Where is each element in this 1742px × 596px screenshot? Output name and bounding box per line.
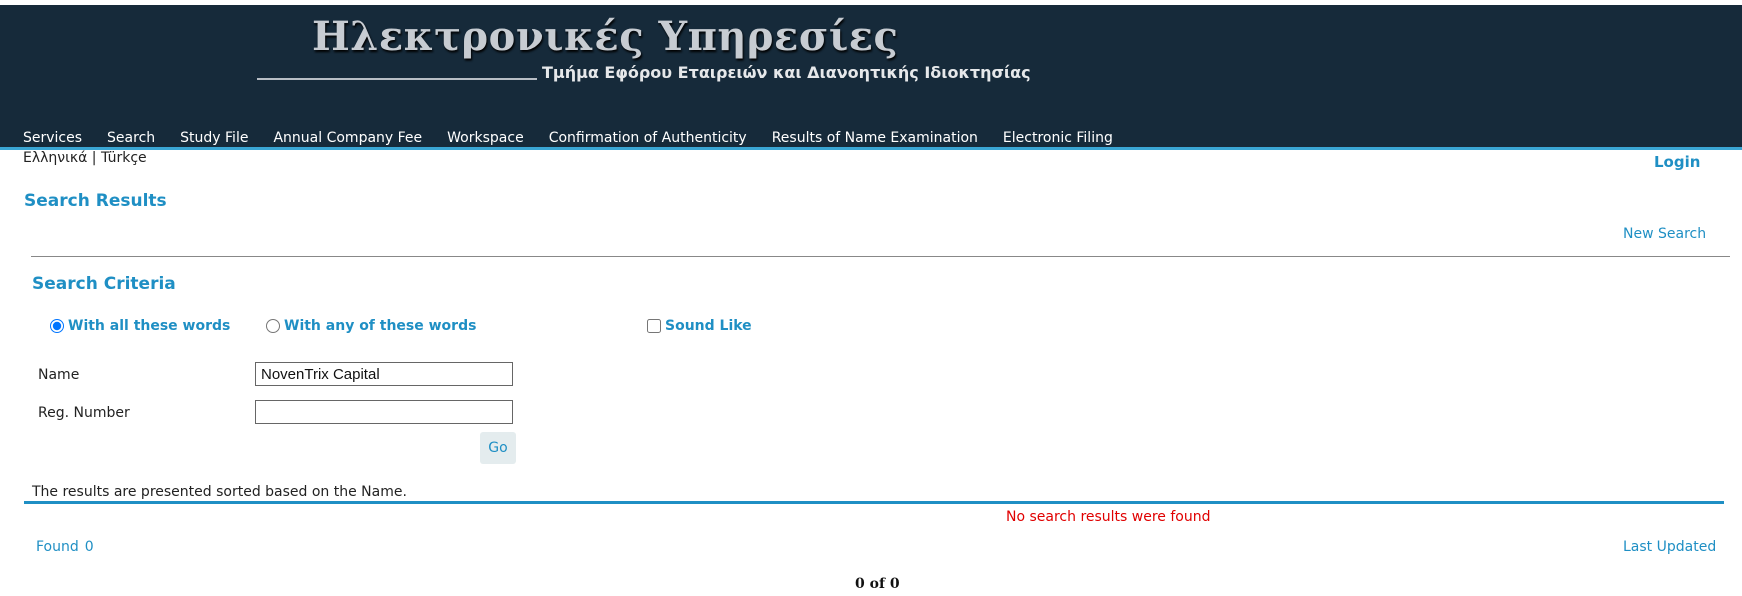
results-divider <box>24 501 1724 504</box>
go-button[interactable]: Go <box>480 432 516 464</box>
found-value: 0 <box>84 539 94 555</box>
nav-services[interactable]: Services <box>23 130 82 146</box>
name-input[interactable] <box>255 362 513 386</box>
any-words-option[interactable]: With any of these words <box>266 318 476 334</box>
nav-search[interactable]: Search <box>107 130 155 146</box>
found-label: Found <box>36 539 79 555</box>
site-subtitle: Τμήμα Εφόρου Εταιρειών και Διανοητικής Ι… <box>542 63 1031 82</box>
nav-study-file[interactable]: Study File <box>180 130 248 146</box>
new-search-link[interactable]: New Search <box>1623 226 1706 242</box>
all-words-option[interactable]: With all these words <box>50 318 230 334</box>
lang-separator: | <box>91 150 97 166</box>
site-header: Ηλεκτρονικές Υπηρεσίες Τμήμα Εφόρου Εται… <box>0 5 1742 150</box>
sound-like-label: Sound Like <box>665 318 752 334</box>
login-link[interactable]: Login <box>1654 153 1700 171</box>
language-switcher: Ελληνικά | Türkçe <box>23 150 147 166</box>
nav-results-of-name-examination[interactable]: Results of Name Examination <box>772 130 978 146</box>
lang-greek-link[interactable]: Ελληνικά <box>23 150 87 166</box>
reg-number-label: Reg. Number <box>38 405 130 421</box>
nav-annual-company-fee[interactable]: Annual Company Fee <box>273 130 422 146</box>
any-words-radio[interactable] <box>266 319 280 333</box>
name-label: Name <box>38 367 80 383</box>
divider <box>31 256 1730 257</box>
last-updated-sort-link[interactable]: Last Updated <box>1623 539 1716 555</box>
any-words-label: With any of these words <box>284 318 477 334</box>
nav-confirmation-of-authenticity[interactable]: Confirmation of Authenticity <box>549 130 747 146</box>
found-count: Found 0 <box>36 539 100 555</box>
search-results-heading: Search Results <box>24 191 167 211</box>
all-words-radio[interactable] <box>50 319 64 333</box>
no-results-message: No search results were found <box>1006 509 1211 525</box>
nav-electronic-filing[interactable]: Electronic Filing <box>1003 130 1113 146</box>
sorted-note: The results are presented sorted based o… <box>32 484 407 500</box>
sound-like-checkbox[interactable] <box>647 319 661 333</box>
main-nav: Services Search Study File Annual Compan… <box>23 130 1138 146</box>
reg-number-input[interactable] <box>255 400 513 424</box>
site-title: Ηλεκτρονικές Υπηρεσίες <box>312 13 899 60</box>
search-criteria-heading: Search Criteria <box>32 274 176 294</box>
nav-workspace[interactable]: Workspace <box>447 130 524 146</box>
all-words-label: With all these words <box>68 318 231 334</box>
sound-like-option[interactable]: Sound Like <box>647 318 752 334</box>
lang-turkish-link[interactable]: Türkçe <box>101 150 147 166</box>
logo-underline <box>257 78 537 80</box>
pager: 0 of 0 <box>855 576 900 592</box>
